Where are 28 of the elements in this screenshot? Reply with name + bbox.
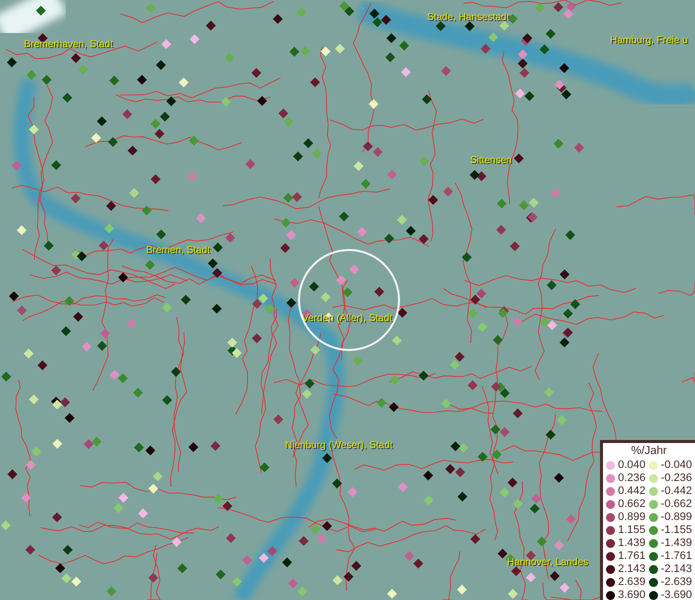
legend-value: 0.899: [618, 511, 646, 524]
legend-title: %/Jahr: [630, 445, 668, 458]
city-label: Stade, Hansestadt: [427, 12, 510, 24]
city-label: Hamburg, Freie u: [610, 35, 688, 47]
legend-value: 1.439: [618, 537, 646, 550]
legend-value: -1.155: [660, 524, 692, 537]
legend-value: 0.236: [618, 472, 646, 485]
legend-value: 2.639: [618, 576, 646, 589]
legend-value: 0.040: [618, 459, 646, 472]
legend-value: 2.143: [618, 563, 646, 576]
legend-value: 1.155: [618, 524, 646, 537]
legend-value: -0.236: [660, 472, 692, 485]
legend-value: -0.040: [660, 459, 692, 472]
legend-value: -2.143: [660, 563, 692, 576]
legend-value: 1.761: [618, 550, 646, 563]
city-label: Bremen, Stadt: [146, 245, 210, 257]
city-label: Bremerhaven, Stadt: [24, 39, 113, 51]
legend-value: -3.690: [660, 589, 692, 600]
legend-value: 0.662: [618, 498, 646, 511]
legend-value: -1.761: [660, 550, 692, 563]
legend-value: -1.439: [660, 537, 692, 550]
legend-value: 3.690: [618, 589, 646, 600]
legend-value: 0.442: [618, 485, 646, 498]
legend-value: -2.639: [660, 576, 692, 589]
legend-value: -0.662: [660, 498, 692, 511]
legend-value: -0.899: [660, 511, 692, 524]
city-label: Sittensen: [470, 155, 512, 167]
legend-value: -0.442: [660, 485, 692, 498]
